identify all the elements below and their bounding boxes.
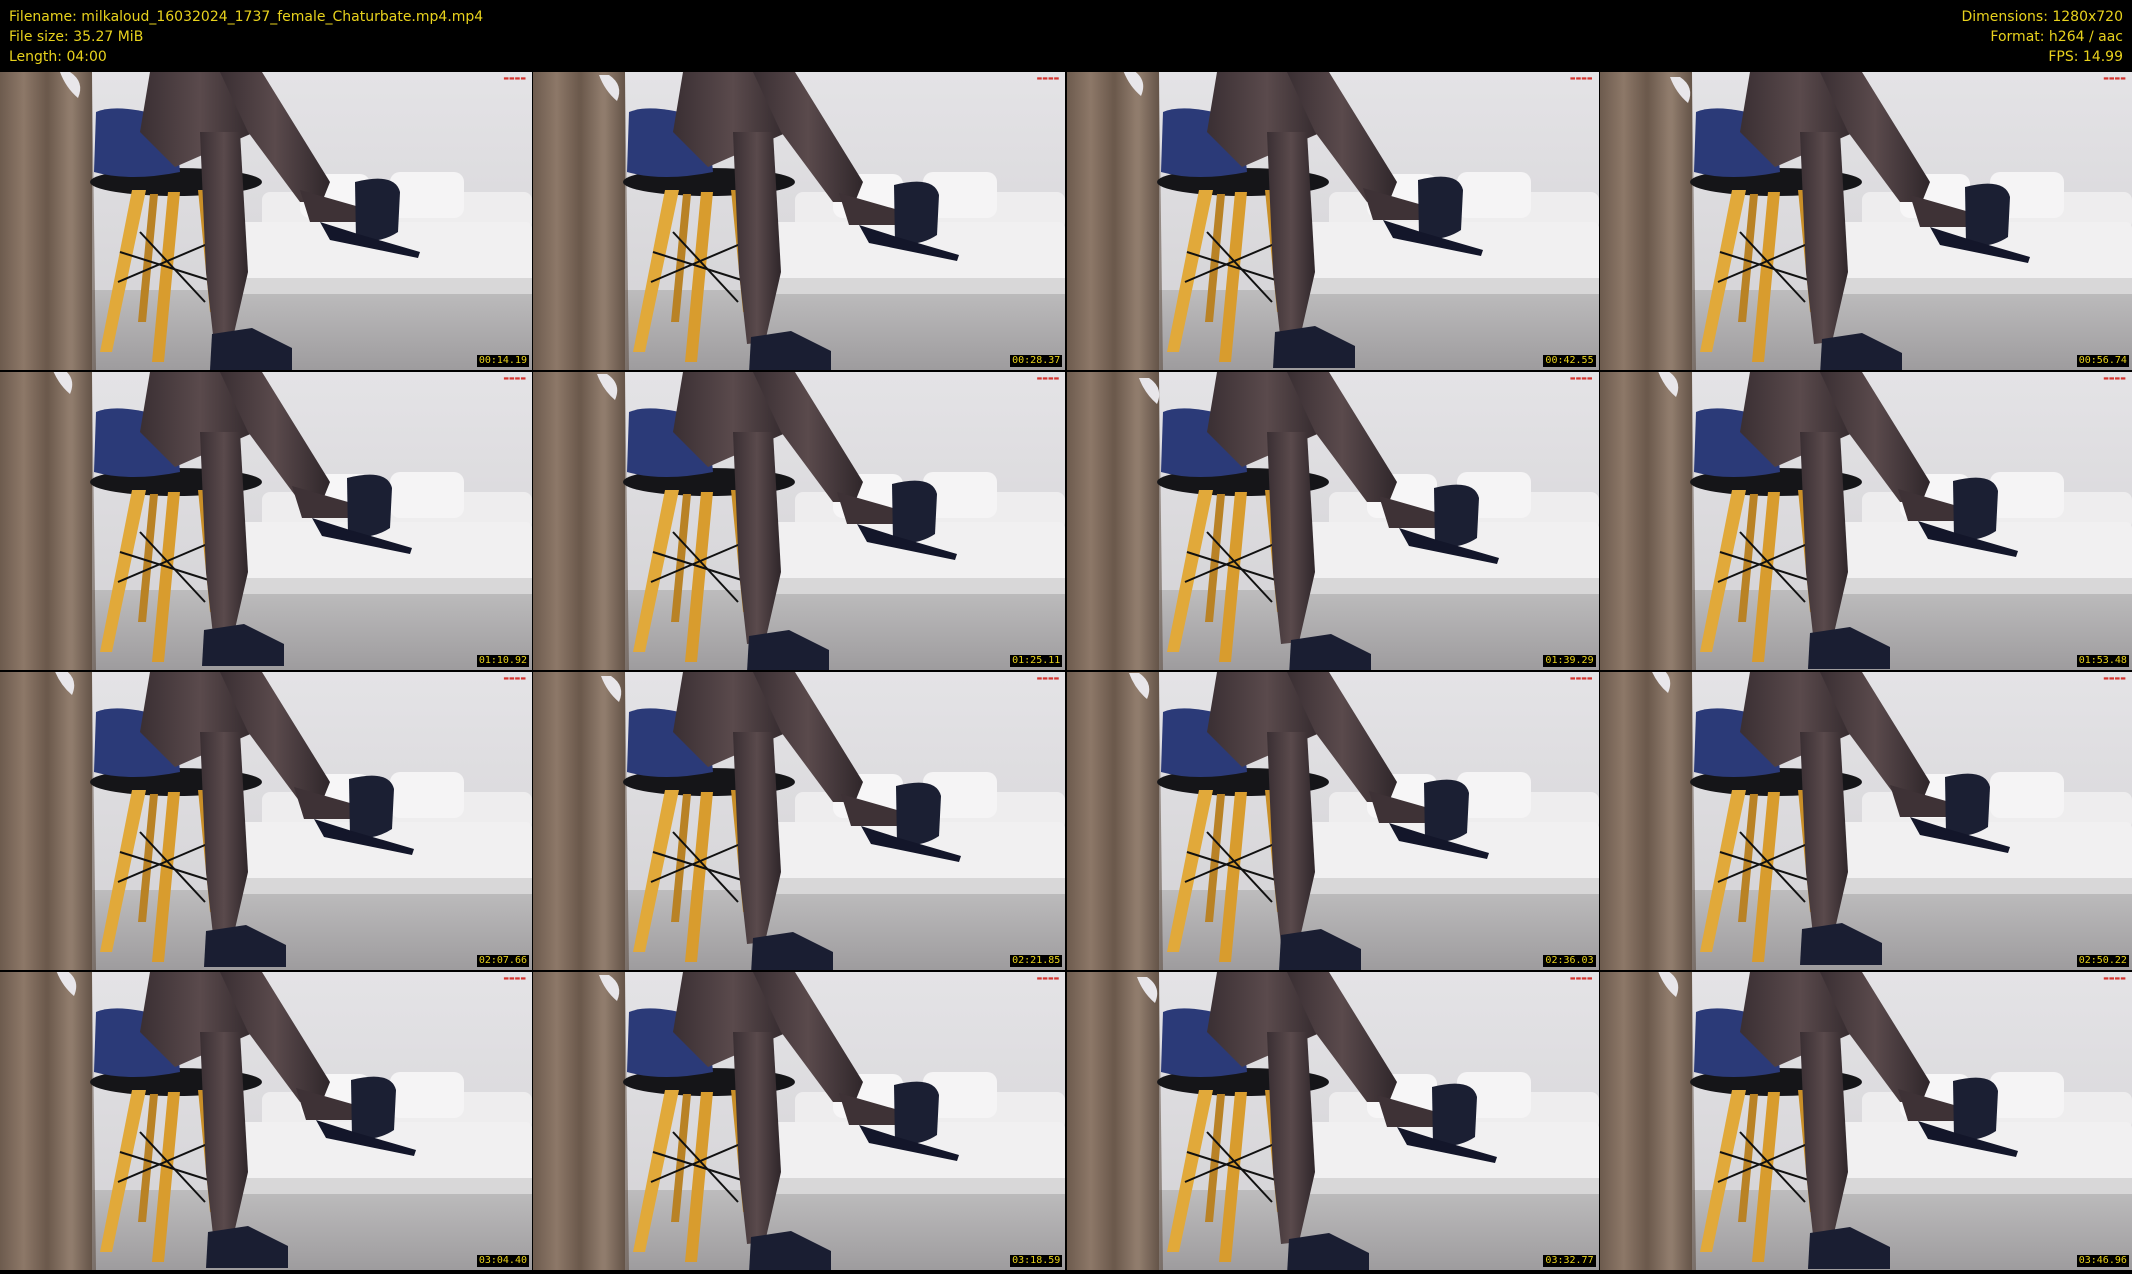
contact-sheet-header: Filename: milkaloud_16032024_1737_female… xyxy=(0,0,2132,72)
thumbnail-grid: ▬▬▬▬ 00:14.19 ▬▬▬▬ 00:28.37 ▬▬▬▬ 00:42.5… xyxy=(0,72,2132,1274)
frame-scene-image xyxy=(1066,972,1599,1270)
dimensions-text: Dimensions: 1280x720 xyxy=(1961,9,2123,25)
frame-scene-image xyxy=(0,372,532,670)
filesize-text: File size: 35.27 MiB xyxy=(9,29,144,45)
frame-timestamp: 01:10.92 xyxy=(476,655,529,667)
frame-scene-image xyxy=(0,972,532,1270)
frame-timestamp: 02:07.66 xyxy=(476,955,529,967)
watermark-mark: ▬▬▬▬ xyxy=(503,675,526,682)
watermark-mark: ▬▬▬▬ xyxy=(2103,675,2126,682)
frame-scene-image xyxy=(0,672,532,970)
frame-scene-image xyxy=(1599,972,2132,1270)
frame-timestamp: 00:42.55 xyxy=(1543,355,1596,367)
fps-text: FPS: 14.99 xyxy=(2048,49,2123,65)
video-frame-thumbnail: ▬▬▬▬ 02:50.22 xyxy=(1599,672,2132,970)
frame-timestamp: 01:53.48 xyxy=(2076,655,2129,667)
frame-scene-image xyxy=(1066,672,1599,970)
video-frame-thumbnail: ▬▬▬▬ 02:07.66 xyxy=(0,672,532,970)
video-frame-thumbnail: ▬▬▬▬ 01:39.29 xyxy=(1066,372,1599,670)
watermark-mark: ▬▬▬▬ xyxy=(503,75,526,82)
watermark-mark: ▬▬▬▬ xyxy=(1036,375,1060,382)
video-frame-thumbnail: ▬▬▬▬ 03:32.77 xyxy=(1066,972,1599,1270)
frame-scene-image xyxy=(1066,372,1599,670)
frame-scene-image xyxy=(533,372,1066,670)
frame-timestamp: 00:14.19 xyxy=(476,355,529,367)
video-frame-thumbnail: ▬▬▬▬ 01:25.11 xyxy=(533,372,1066,670)
video-frame-thumbnail: ▬▬▬▬ 00:42.55 xyxy=(1066,72,1599,370)
watermark-mark: ▬▬▬▬ xyxy=(1036,675,1060,682)
stream-info: Dimensions: 1280x720 Format: h264 / aac … xyxy=(1961,7,2123,67)
frame-timestamp: 03:04.40 xyxy=(476,1255,529,1267)
length-text: Length: 04:00 xyxy=(9,49,107,65)
file-info: Filename: milkaloud_16032024_1737_female… xyxy=(9,7,483,67)
frame-timestamp: 01:39.29 xyxy=(1543,655,1596,667)
frame-timestamp: 03:46.96 xyxy=(2076,1255,2129,1267)
watermark-mark: ▬▬▬▬ xyxy=(1569,375,1593,382)
frame-scene-image xyxy=(1066,72,1599,370)
frame-timestamp: 00:56.74 xyxy=(2076,355,2129,367)
watermark-mark: ▬▬▬▬ xyxy=(2103,975,2126,982)
video-frame-thumbnail: ▬▬▬▬ 03:46.96 xyxy=(1599,972,2132,1270)
watermark-mark: ▬▬▬▬ xyxy=(2103,375,2126,382)
frame-scene-image xyxy=(0,72,532,370)
video-frame-thumbnail: ▬▬▬▬ 03:04.40 xyxy=(0,972,532,1270)
frame-timestamp: 02:50.22 xyxy=(2076,955,2129,967)
frame-timestamp: 03:32.77 xyxy=(1543,1255,1596,1267)
watermark-mark: ▬▬▬▬ xyxy=(1036,975,1060,982)
frame-scene-image xyxy=(1599,672,2132,970)
frame-scene-image xyxy=(533,672,1066,970)
frame-timestamp: 00:28.37 xyxy=(1010,355,1063,367)
frame-timestamp: 03:18.59 xyxy=(1010,1255,1063,1267)
watermark-mark: ▬▬▬▬ xyxy=(1569,975,1593,982)
video-frame-thumbnail: ▬▬▬▬ 01:10.92 xyxy=(0,372,532,670)
watermark-mark: ▬▬▬▬ xyxy=(1569,75,1593,82)
watermark-mark: ▬▬▬▬ xyxy=(2103,75,2126,82)
frame-scene-image xyxy=(533,972,1066,1270)
watermark-mark: ▬▬▬▬ xyxy=(1036,75,1060,82)
format-text: Format: h264 / aac xyxy=(1990,29,2123,45)
watermark-mark: ▬▬▬▬ xyxy=(503,375,526,382)
video-frame-thumbnail: ▬▬▬▬ 00:28.37 xyxy=(533,72,1066,370)
video-frame-thumbnail: ▬▬▬▬ 02:21.85 xyxy=(533,672,1066,970)
filename-text: Filename: milkaloud_16032024_1737_female… xyxy=(9,9,484,25)
video-frame-thumbnail: ▬▬▬▬ 01:53.48 xyxy=(1599,372,2132,670)
frame-timestamp: 01:25.11 xyxy=(1010,655,1063,667)
frame-timestamp: 02:21.85 xyxy=(1010,955,1063,967)
video-frame-thumbnail: ▬▬▬▬ 00:56.74 xyxy=(1599,72,2132,370)
video-frame-thumbnail: ▬▬▬▬ 03:18.59 xyxy=(533,972,1066,1270)
frame-timestamp: 02:36.03 xyxy=(1543,955,1596,967)
watermark-mark: ▬▬▬▬ xyxy=(1569,675,1593,682)
video-frame-thumbnail: ▬▬▬▬ 00:14.19 xyxy=(0,72,532,370)
watermark-mark: ▬▬▬▬ xyxy=(503,975,526,982)
frame-scene-image xyxy=(533,72,1066,370)
video-frame-thumbnail: ▬▬▬▬ 02:36.03 xyxy=(1066,672,1599,970)
frame-scene-image xyxy=(1599,372,2132,670)
frame-scene-image xyxy=(1599,72,2132,370)
